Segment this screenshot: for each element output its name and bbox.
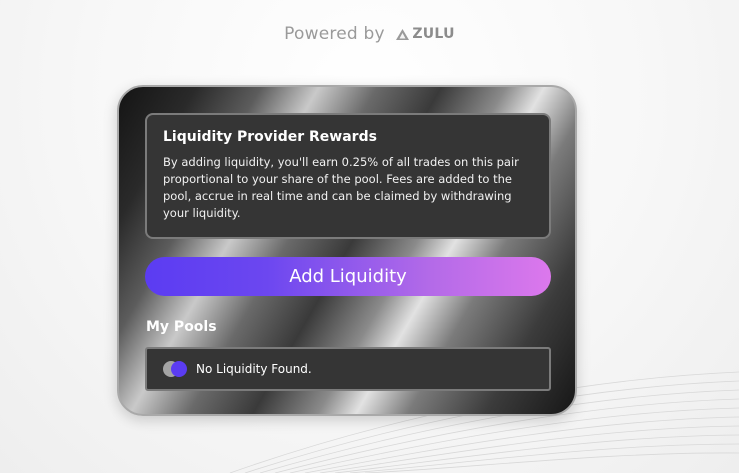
powered-by-label: Powered by xyxy=(284,24,385,44)
rewards-title: Liquidity Provider Rewards xyxy=(163,129,377,145)
liquidity-card: Liquidity Provider Rewards By adding liq… xyxy=(117,85,577,416)
no-liquidity-message: No Liquidity Found. xyxy=(196,362,312,376)
zulu-logo: ZULU xyxy=(396,26,455,42)
token-b-icon xyxy=(171,361,187,377)
my-pools-list: No Liquidity Found. xyxy=(145,347,551,391)
rewards-info-panel: Liquidity Provider Rewards By adding liq… xyxy=(145,113,551,239)
zulu-brand-name: ZULU xyxy=(412,26,455,42)
rewards-description: By adding liquidity, you'll earn 0.25% o… xyxy=(163,155,519,220)
add-liquidity-button[interactable]: Add Liquidity xyxy=(145,257,551,296)
powered-by: Powered by ZULU xyxy=(0,24,739,44)
zulu-logo-icon xyxy=(396,28,410,40)
token-pair-icon xyxy=(163,361,189,377)
my-pools-heading: My Pools xyxy=(146,319,217,335)
